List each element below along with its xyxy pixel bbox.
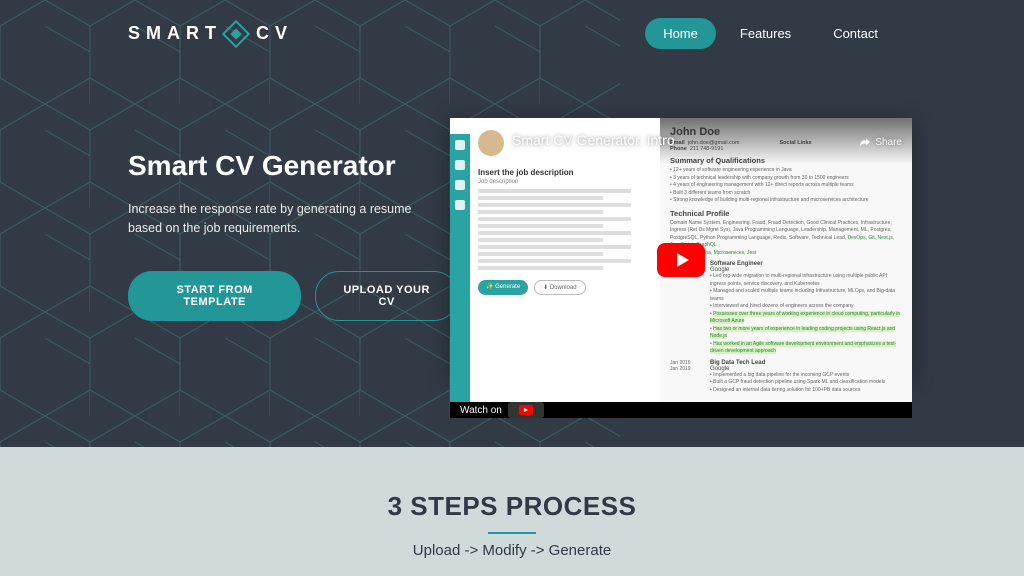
upload-cv-button[interactable]: UPLOAD YOUR CV	[315, 271, 458, 321]
video-avatar	[478, 130, 504, 156]
watch-on-youtube[interactable]: Watch on	[460, 402, 544, 418]
steps-subtitle: Upload -> Modify -> Generate	[413, 542, 611, 559]
hero-subtitle: Increase the response rate by generating…	[128, 200, 428, 239]
nav-contact[interactable]: Contact	[815, 18, 896, 49]
video-controls: Watch on	[450, 402, 912, 418]
video-share[interactable]: Share	[859, 136, 902, 148]
video-embed: Smart CV Generator. Intro Insert the job…	[450, 118, 912, 377]
video-title: Smart CV Generator. Intro	[512, 132, 675, 148]
title-underline	[488, 532, 536, 534]
hero-title: Smart CV Generator	[128, 150, 458, 182]
logo-text-2: CV	[256, 23, 293, 44]
steps-section: 3 STEPS PROCESS Upload -> Modify -> Gene…	[0, 447, 1024, 576]
generate-chip[interactable]: ✨ Generate	[478, 280, 528, 295]
video-play-button[interactable]	[657, 243, 705, 277]
app-sidebar	[450, 134, 470, 402]
hero-copy: Smart CV Generator Increase the response…	[128, 150, 458, 321]
hero-section: SMART CV Home Features Contact Smart CV …	[0, 0, 1024, 447]
steps-title: 3 STEPS PROCESS	[388, 491, 637, 522]
job-description-text	[478, 189, 652, 270]
logo-text-1: SMART	[128, 23, 222, 44]
logo[interactable]: SMART CV	[128, 23, 293, 44]
youtube-icon	[508, 402, 544, 418]
main-nav: Home Features Contact	[645, 18, 896, 49]
download-chip[interactable]: ⬇ Download	[534, 280, 585, 295]
insert-job-sub: Job description	[478, 179, 652, 185]
start-template-button[interactable]: START FROM TEMPLATE	[128, 271, 301, 321]
nav-features[interactable]: Features	[722, 18, 809, 49]
nav-home[interactable]: Home	[645, 18, 716, 49]
header: SMART CV Home Features Contact	[0, 18, 1024, 49]
insert-job-heading: Insert the job description	[478, 168, 652, 177]
logo-diamond-icon	[222, 19, 250, 47]
